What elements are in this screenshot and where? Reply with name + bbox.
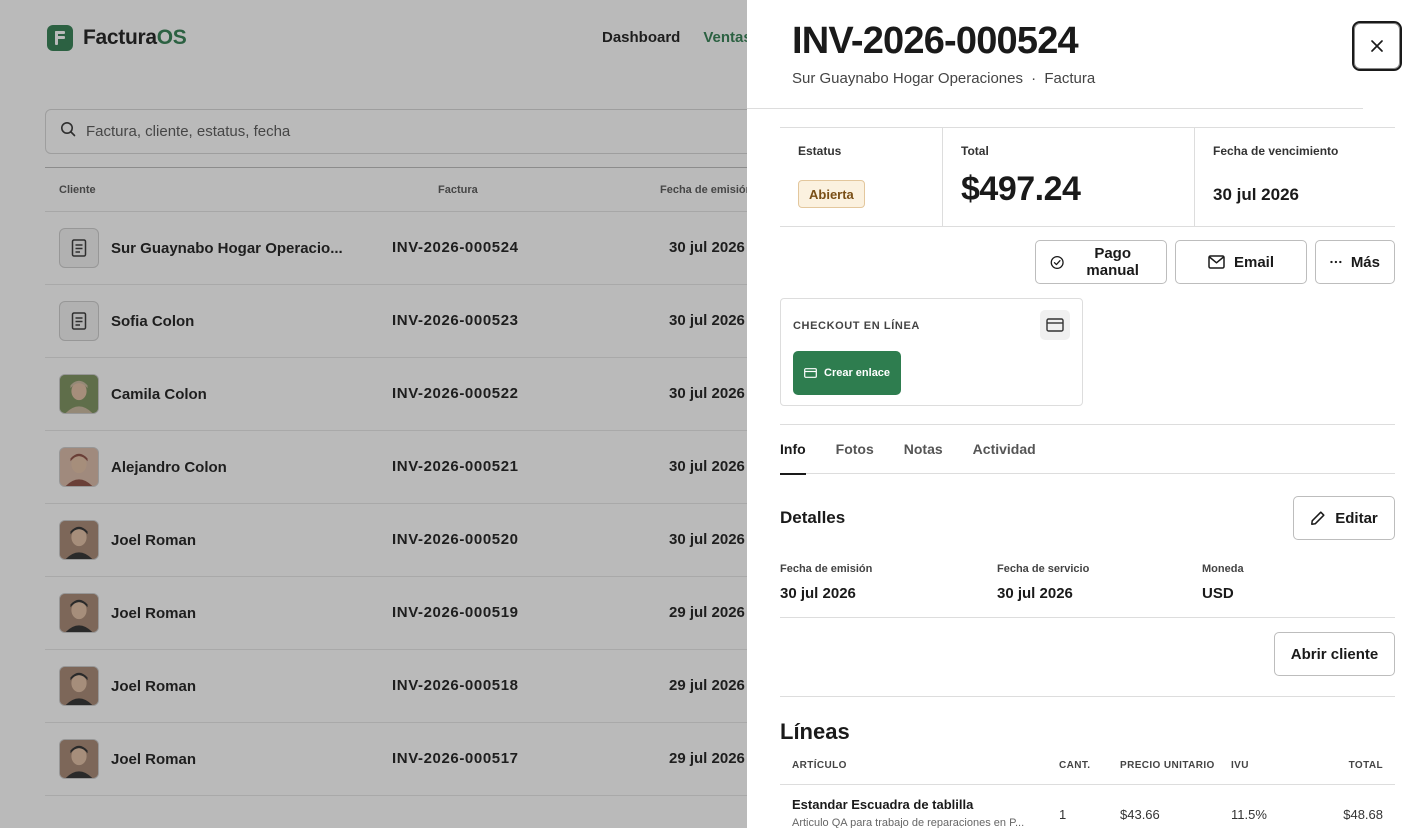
- due-date-card: Fecha de vencimiento 30 jul 2026: [1194, 128, 1395, 226]
- check-circle-icon: [1050, 255, 1064, 269]
- subtitle-type: Factura: [1044, 70, 1096, 87]
- create-link-button[interactable]: Crear enlace: [793, 351, 902, 395]
- service-date-label: Fecha de servicio: [997, 563, 1090, 575]
- line-item-qty: 1: [1059, 807, 1067, 822]
- tab-actividad[interactable]: Actividad: [973, 425, 1036, 474]
- col-item: ARTÍCULO: [792, 760, 847, 771]
- issue-date-label: Fecha de emisión: [780, 563, 873, 575]
- line-item-total: $48.68: [1343, 807, 1383, 822]
- line-item-unit-price: $43.66: [1120, 807, 1160, 822]
- invoice-actions: Pago manual Email Más: [1035, 240, 1395, 284]
- details-fields: Fecha de emisión 30 jul 2026 Fecha de se…: [780, 563, 1395, 618]
- email-button[interactable]: Email: [1175, 240, 1307, 284]
- status-card: Estatus Abierta: [780, 128, 942, 226]
- more-dots-icon: [1330, 260, 1342, 264]
- tab-info[interactable]: Info: [780, 425, 806, 475]
- issue-date-value: 30 jul 2026: [780, 585, 856, 602]
- lines-heading: Líneas: [780, 719, 850, 744]
- invoice-detail-drawer: INV-2026-000524 Sur Guaynabo Hogar Opera…: [747, 0, 1427, 828]
- create-link-label: Crear enlace: [824, 367, 891, 379]
- col-tax: IVU: [1231, 760, 1249, 771]
- manual-payment-label: Pago manual: [1086, 245, 1139, 279]
- line-item-tax: 11.5%: [1231, 807, 1267, 822]
- drawer-tabs: Info Fotos Notas Actividad: [780, 425, 1395, 475]
- service-date-value: 30 jul 2026: [997, 585, 1073, 602]
- due-date-value: 30 jul 2026: [1213, 185, 1300, 204]
- more-button[interactable]: Más: [1315, 240, 1395, 284]
- col-qty: CANT.: [1059, 760, 1091, 771]
- invoice-subtitle: Sur Guaynabo Hogar Operaciones · Factura: [792, 70, 1095, 87]
- checkout-label: CHECKOUT EN LÍNEA: [793, 320, 920, 332]
- details-heading: Detalles: [780, 508, 846, 527]
- online-checkout-card: CHECKOUT EN LÍNEA Crear enlace: [780, 298, 1083, 406]
- edit-label: Editar: [1335, 509, 1378, 527]
- tab-notas[interactable]: Notas: [904, 425, 943, 474]
- status-label: Estatus: [798, 144, 842, 158]
- edit-button[interactable]: Editar: [1293, 496, 1395, 540]
- tab-fotos[interactable]: Fotos: [836, 425, 874, 474]
- credit-card-icon: [804, 368, 817, 378]
- service-date-field: Fecha de servicio 30 jul 2026: [997, 563, 1089, 602]
- total-amount: $497.24: [961, 170, 1081, 208]
- more-label: Más: [1350, 253, 1380, 271]
- close-icon: [1371, 40, 1383, 52]
- currency-value: USD: [1202, 585, 1234, 602]
- due-date-label: Fecha de vencimiento: [1213, 144, 1339, 158]
- open-client-button[interactable]: Abrir cliente: [1274, 632, 1395, 676]
- mail-icon: [1208, 255, 1225, 269]
- issue-date-field: Fecha de emisión 30 jul 2026: [780, 563, 872, 602]
- credit-card-icon: [1040, 310, 1070, 340]
- total-label: Total: [961, 144, 989, 158]
- invoice-number-title: INV-2026-000524: [792, 20, 1079, 62]
- pencil-icon: [1311, 511, 1325, 525]
- currency-label: Moneda: [1202, 563, 1244, 575]
- status-badge: Abierta: [798, 180, 865, 208]
- col-total: TOTAL: [1348, 760, 1383, 771]
- manual-payment-button[interactable]: Pago manual: [1035, 240, 1167, 284]
- email-label: Email: [1233, 253, 1275, 271]
- header-divider: [747, 108, 1363, 109]
- close-button[interactable]: [1352, 21, 1402, 71]
- subtitle-separator: ·: [1031, 70, 1037, 87]
- total-card: Total $497.24: [942, 128, 1194, 226]
- subtitle-client: Sur Guaynabo Hogar Operaciones: [792, 70, 1023, 87]
- line-item-description: Articulo QA para trabajo de reparaciones…: [792, 817, 1025, 828]
- invoice-summary: Estatus Abierta Total $497.24 Fecha de v…: [780, 127, 1395, 227]
- currency-field: Moneda USD: [1202, 563, 1244, 602]
- lines-table-header: ARTÍCULO CANT. PRECIO UNITARIO IVU TOTAL: [780, 748, 1395, 785]
- section-divider: [780, 696, 1395, 697]
- line-item-row[interactable]: Estandar Escuadra de tablilla Articulo Q…: [780, 786, 1395, 828]
- col-unit-price: PRECIO UNITARIO: [1120, 760, 1215, 771]
- line-item-name: Estandar Escuadra de tablilla: [792, 797, 974, 812]
